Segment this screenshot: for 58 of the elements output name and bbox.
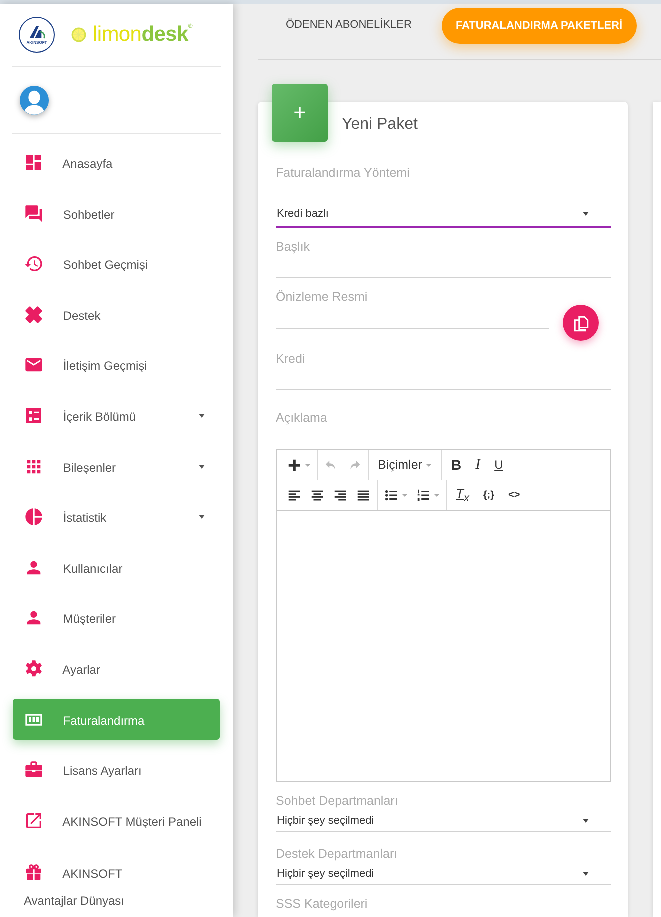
field-label: Sohbet Departmanları xyxy=(276,793,400,809)
underline-button[interactable]: U xyxy=(492,458,506,472)
field-label: Destek Departmanları xyxy=(276,846,399,862)
numbered-list-icon[interactable] xyxy=(416,488,431,502)
sidebar-item[interactable]: Bileşenler xyxy=(13,446,220,487)
sidebar-item[interactable]: Sohbetler xyxy=(13,192,220,234)
source-code-button[interactable]: <> xyxy=(506,490,524,500)
sidebar-item[interactable]: AKINSOFT Avantajlar Dünyası xyxy=(13,850,220,916)
caret-icon xyxy=(583,212,589,216)
sidebar-item[interactable]: İçerik Bölümü xyxy=(13,394,220,436)
code-sample-button[interactable]: {;} xyxy=(480,490,498,500)
briefcase-icon xyxy=(24,760,44,780)
history-icon xyxy=(24,254,44,274)
lemon-icon xyxy=(71,27,87,43)
field-label: Faturalandırma Yöntemi xyxy=(276,165,411,181)
caret-icon xyxy=(434,494,440,496)
brand-name: limondesk$^{®}$ xyxy=(93,23,192,47)
tab[interactable]: ÖDENEN ABONELİKLER xyxy=(272,8,426,42)
field-label: Açıklama xyxy=(276,410,328,426)
file-picker-button[interactable] xyxy=(563,305,599,341)
select-field[interactable]: Hiçbir şey seçilmedi xyxy=(276,811,611,832)
list-icon xyxy=(24,406,44,426)
formats-dropdown[interactable]: Biçimler xyxy=(375,458,436,472)
bold-button[interactable]: B xyxy=(448,457,465,473)
sidebar-item[interactable]: Ayarlar xyxy=(13,648,220,689)
bullet-list-icon[interactable] xyxy=(384,488,399,502)
sidebar-item[interactable]: Sohbet Geçmişi xyxy=(13,243,220,284)
sidebar-item[interactable]: AKINSOFT Müşteri Paneli xyxy=(13,800,220,841)
field-label: Önizleme Resmi xyxy=(276,289,369,305)
external-link-icon xyxy=(24,810,44,831)
avatar-icon[interactable] xyxy=(19,84,50,116)
caret-icon xyxy=(583,819,589,823)
clear-formatting-button[interactable]: T$_{x}$ xyxy=(453,486,472,504)
caret-icon xyxy=(305,464,311,466)
card-title: Yeni Paket xyxy=(342,115,419,135)
plus-icon[interactable] xyxy=(287,458,302,472)
field-label: SSS Kategorileri xyxy=(276,896,369,912)
pie-chart-icon xyxy=(24,507,44,528)
sidebar-item[interactable]: Müşteriler xyxy=(13,597,220,638)
field-label: Başlık xyxy=(276,239,312,255)
copy-icon xyxy=(572,314,590,332)
dashboard-icon xyxy=(24,153,44,173)
select-field[interactable]: Hiçbir şey seçilmedi xyxy=(276,864,611,885)
chat-icon xyxy=(24,204,44,224)
sidebar-item[interactable]: Anasayfa xyxy=(13,142,220,183)
sidebar-item[interactable]: İstatistik xyxy=(13,496,220,538)
gear-icon xyxy=(24,658,44,679)
caret-icon xyxy=(583,872,589,876)
sidebar-item[interactable]: Kullanıcılar xyxy=(13,546,220,588)
gift-icon xyxy=(24,863,44,884)
italic-button[interactable]: I xyxy=(472,456,484,474)
select-field[interactable]: Kredi bazlı xyxy=(276,204,611,228)
sidebar-item[interactable]: İletişim Geçmişi xyxy=(13,344,220,386)
sidebar-item[interactable]: Lisans Ayarları xyxy=(13,749,220,790)
sidebar-item[interactable]: Destek xyxy=(13,294,220,335)
caret-icon xyxy=(402,494,408,496)
bandage-icon xyxy=(24,304,44,325)
field-label: Kredi xyxy=(276,351,306,367)
